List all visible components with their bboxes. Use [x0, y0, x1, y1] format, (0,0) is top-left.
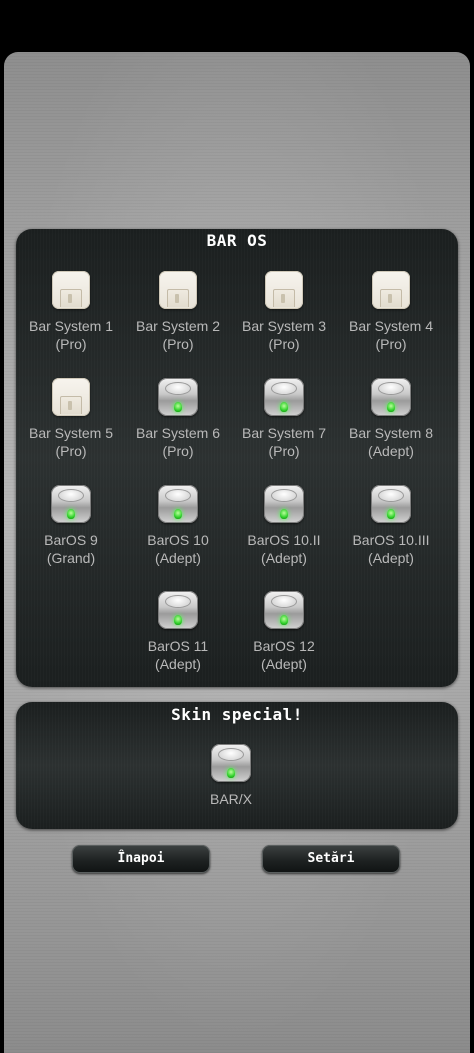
hard-drive-icon — [158, 485, 198, 523]
hard-drive-icon — [51, 485, 91, 523]
os-item-name: Bar System 2 — [135, 318, 221, 334]
os-item-name: Bar System 7 — [241, 425, 327, 441]
floppy-disk-icon — [159, 271, 197, 309]
os-item-name: BarOS 10.III — [352, 532, 430, 548]
os-item-edition: (Adept) — [368, 443, 414, 459]
os-item-edition: (Adept) — [155, 550, 201, 566]
os-list-panel: BAR OS Bar System 1 (Pro) Bar System 2 (… — [16, 229, 458, 687]
os-item-name: BarOS 9 — [44, 532, 98, 548]
floppy-disk-icon — [265, 271, 303, 309]
os-item-edition: (Pro) — [162, 443, 194, 459]
hard-drive-icon — [211, 744, 251, 782]
hard-drive-icon — [264, 378, 304, 416]
os-item-name: BarOS 10 — [147, 532, 209, 548]
hard-drive-icon — [371, 485, 411, 523]
os-item-name: Bar System 5 — [28, 425, 114, 441]
os-item-baros-10-ii[interactable]: BarOS 10.II (Adept) — [231, 485, 337, 567]
os-item-edition: (Pro) — [162, 336, 194, 352]
os-item-baros-11[interactable]: BarOS 11 (Adept) — [125, 591, 231, 673]
panel-title: Skin special! — [171, 705, 303, 724]
settings-button[interactable]: Setări — [262, 845, 400, 873]
os-item-bar-system-7[interactable]: Bar System 7 (Pro) — [231, 378, 337, 460]
hard-drive-icon — [264, 591, 304, 629]
floppy-disk-icon — [52, 378, 90, 416]
os-item-baros-10[interactable]: BarOS 10 (Adept) — [125, 485, 231, 567]
os-item-edition: (Pro) — [268, 336, 300, 352]
os-item-bar-system-1[interactable]: Bar System 1 (Pro) — [18, 271, 124, 353]
os-item-edition: (Grand) — [46, 550, 96, 566]
os-item-name: BarOS 10.II — [247, 532, 321, 548]
os-item-edition: (Adept) — [368, 550, 414, 566]
floppy-disk-icon — [372, 271, 410, 309]
os-item-name: Bar System 3 — [241, 318, 327, 334]
special-item-bar-x[interactable]: BAR/X — [178, 744, 284, 808]
os-item-name: Bar System 1 — [28, 318, 114, 334]
os-item-edition: (Adept) — [155, 656, 201, 672]
os-item-name: BarOS 11 — [147, 638, 209, 654]
os-item-name: Bar System 4 — [348, 318, 434, 334]
os-item-baros-12[interactable]: BarOS 12 (Adept) — [231, 591, 337, 673]
os-item-bar-system-3[interactable]: Bar System 3 (Pro) — [231, 271, 337, 353]
os-item-bar-system-5[interactable]: Bar System 5 (Pro) — [18, 378, 124, 460]
os-item-edition: (Pro) — [268, 443, 300, 459]
os-item-edition: (Pro) — [375, 336, 407, 352]
os-item-name: BarOS 12 — [253, 638, 315, 654]
os-item-bar-system-2[interactable]: Bar System 2 (Pro) — [125, 271, 231, 353]
os-item-edition: (Adept) — [261, 656, 307, 672]
os-item-bar-system-4[interactable]: Bar System 4 (Pro) — [338, 271, 444, 353]
os-item-edition: (Pro) — [55, 443, 87, 459]
floppy-disk-icon — [52, 271, 90, 309]
os-item-bar-system-8[interactable]: Bar System 8 (Adept) — [338, 378, 444, 460]
special-item-name: BAR/X — [209, 791, 252, 807]
hard-drive-icon — [371, 378, 411, 416]
hard-drive-icon — [158, 591, 198, 629]
hard-drive-icon — [158, 378, 198, 416]
special-skin-panel: Skin special! BAR/X — [16, 702, 458, 829]
hard-drive-icon — [264, 485, 304, 523]
os-item-edition: (Pro) — [55, 336, 87, 352]
os-item-baros-9[interactable]: BarOS 9 (Grand) — [18, 485, 124, 567]
os-item-name: Bar System 8 — [348, 425, 434, 441]
os-item-edition: (Adept) — [261, 550, 307, 566]
os-item-name: Bar System 6 — [135, 425, 221, 441]
os-item-baros-10-iii[interactable]: BarOS 10.III (Adept) — [338, 485, 444, 567]
panel-title: BAR OS — [206, 231, 268, 250]
back-button[interactable]: Înapoi — [72, 845, 210, 873]
os-item-bar-system-6[interactable]: Bar System 6 (Pro) — [125, 378, 231, 460]
